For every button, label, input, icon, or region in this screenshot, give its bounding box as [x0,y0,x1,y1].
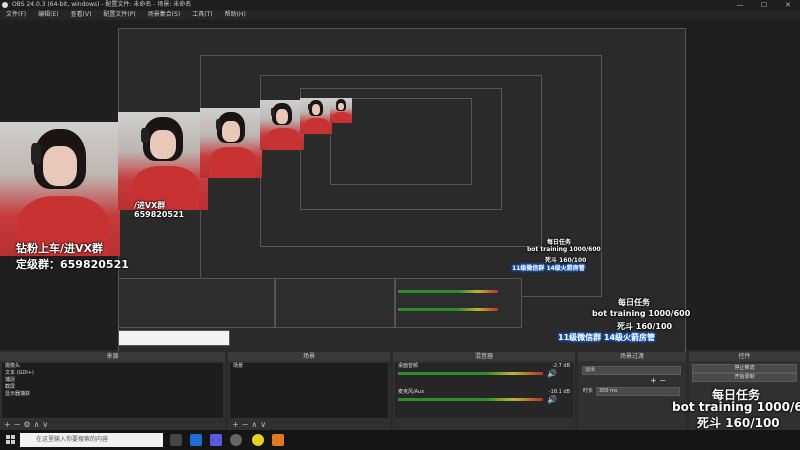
add-transition-button[interactable]: + − [650,376,666,385]
list-item[interactable]: 截屏 [2,384,223,391]
webcam-recursive-1 [118,112,208,210]
mixer-header: 混音器 [393,352,575,361]
nested-meter-mic [398,308,498,311]
title-bar: OBS 24.0.3 (64-bit, windows) - 配置文件: 未命名… [0,0,800,10]
preview-canvas[interactable]: 钻粉上车/进VX群 定级群：659820521 /进VX群 659820521 … [0,20,800,360]
menu-help[interactable]: 帮助(H) [219,10,252,20]
edge-browser-icon[interactable] [190,434,202,446]
nested-taskbar-search [118,330,230,346]
list-item[interactable]: 场景 [230,363,388,370]
list-item[interactable]: 显示器捕获 [2,391,223,398]
controls-header: 控件 [689,352,800,361]
windows-taskbar: 在这里输入你要搜索的内容 [0,430,800,450]
task-line2-recursive: 死斗 160/100 [617,322,673,331]
list-item[interactable]: 摄像头 [2,363,223,370]
sources-dock: 来源 摄像头 文本 (GDI+) 捕捉 截屏 显示器捕获 +−⚙︎∧∨ [0,352,225,430]
transitions-dock: 场景过渡 淡出 + − 时长 300 ms [578,352,686,430]
menu-bar: 文件(F) 编辑(E) 查看(V) 配置文件(P) 场景集合(S) 工具(T) … [0,10,800,20]
scenes-header: 场景 [228,352,390,361]
menu-profile[interactable]: 配置文件(P) [97,10,141,20]
sources-header: 来源 [0,352,225,361]
mixer-body: 桌面音频 -2.7 dB 🔊 麦克风/Aux -18.1 dB 🔊 [395,363,573,418]
nested-meter-desktop [398,290,498,293]
task-view-icon[interactable] [170,434,182,446]
desktop-audio-meter [398,372,543,375]
app-icon[interactable] [252,434,264,446]
speaker-icon[interactable]: 🔊 [547,395,557,404]
task-title-recursive-2: 每日任务 [547,239,572,246]
banner-recursive-2: 11级微信群 14级火箭房管 [512,265,585,272]
transition-select[interactable]: 淡出 [582,366,681,375]
menu-tools[interactable]: 工具(T) [186,10,218,20]
task-line1: bot training 1000/600 [672,400,800,414]
scenes-list[interactable]: 场景 [230,363,388,418]
speaker-icon[interactable]: 🔊 [547,369,557,378]
windows-start-icon[interactable] [6,435,15,444]
app-icon[interactable] [272,434,284,446]
menu-view[interactable]: 查看(V) [65,10,98,20]
mic-audio-meter [398,398,543,401]
menu-edit[interactable]: 编辑(E) [32,10,64,20]
webcam-recursive-4 [300,98,332,134]
close-button[interactable]: ✕ [776,0,800,10]
obs-taskbar-icon[interactable] [230,434,242,446]
scenes-toolbar[interactable]: +−∧∨ [232,420,269,429]
webcam-recursive-2 [200,108,262,178]
dock-area: 来源 摄像头 文本 (GDI+) 捕捉 截屏 显示器捕获 +−⚙︎∧∨ 场景 场… [0,352,800,430]
sources-toolbar[interactable]: +−⚙︎∧∨ [4,420,51,429]
app-icon[interactable] [210,434,222,446]
track-mic-name: 麦克风/Aux [398,389,425,395]
nested-mixer-dock [395,278,522,328]
webcam-source [0,122,120,256]
task-title-recursive: 每日任务 [618,298,650,307]
search-placeholder: 在这里输入你要搜索的内容 [36,436,109,443]
scenes-dock: 场景 场景 +−∧∨ [228,352,390,430]
stop-streaming-button[interactable]: 停止推流 [692,364,797,373]
overlay-line2: 定级群：659820521 [16,258,129,271]
obs-logo-icon [2,2,8,8]
webcam-recursive-5 [330,98,352,123]
sources-list[interactable]: 摄像头 文本 (GDI+) 捕捉 截屏 显示器捕获 [2,363,223,418]
mixer-dock: 混音器 桌面音频 -2.7 dB 🔊 麦克风/Aux -18.1 dB 🔊 [393,352,575,430]
task-line1-recursive-2: bot training 1000/600 [527,246,601,253]
task-line2: 死斗 160/100 [697,416,780,430]
minimize-button[interactable]: — [728,0,752,10]
webcam-recursive-3 [260,100,304,150]
nested-scenes-dock [275,278,395,328]
duration-label: 时长 [583,388,594,394]
task-line1-recursive: bot training 1000/600 [592,309,691,318]
start-recording-button[interactable]: 开始录制 [692,373,797,382]
transitions-header: 场景过渡 [578,352,686,361]
menu-scene-collection[interactable]: 场景集合(S) [142,10,187,20]
list-item[interactable]: 捕捉 [2,377,223,384]
window-title: OBS 24.0.3 (64-bit, windows) - 配置文件: 未命名… [12,1,192,8]
maximize-button[interactable]: ☐ [752,0,776,10]
duration-input[interactable]: 300 ms [596,387,680,396]
taskbar-search-input[interactable]: 在这里输入你要搜索的内容 [20,433,163,447]
list-item[interactable]: 文本 (GDI+) [2,370,223,377]
overlay-recursive-line2: 659820521 [134,210,185,219]
nested-sources-dock [118,278,275,328]
menu-file[interactable]: 文件(F) [0,10,32,20]
overlay-line1: 钻粉上车/进VX群 [16,242,104,255]
banner-recursive: 11级微信群 14级火箭房管 [558,333,656,342]
